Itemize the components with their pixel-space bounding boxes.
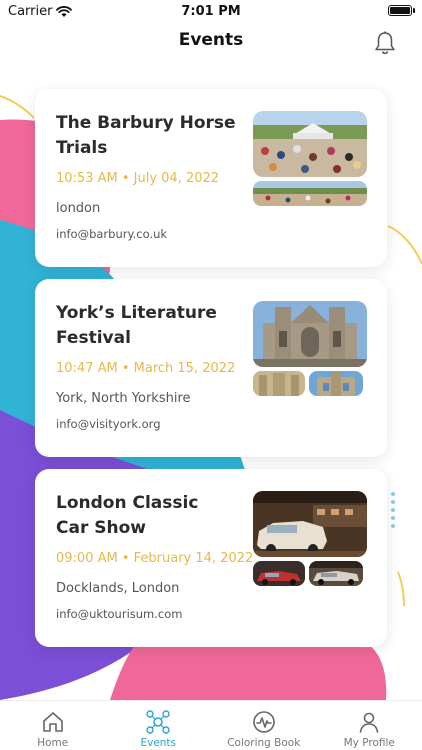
event-email: info@uktourisum.com — [56, 607, 183, 621]
coloring-book-icon — [252, 711, 275, 733]
tab-label: Home — [37, 737, 69, 749]
event-email: info@visityork.org — [56, 417, 161, 431]
event-location: Docklands, London — [56, 581, 180, 596]
tab-home[interactable]: Home — [0, 701, 106, 750]
event-thumb-image — [309, 561, 363, 586]
event-main-image — [253, 301, 367, 367]
profile-icon — [359, 712, 379, 733]
event-title: London Classic Car Show — [56, 493, 199, 538]
battery-icon — [388, 5, 415, 16]
event-datetime: 10:53 AM • July 04, 2022 — [56, 171, 220, 186]
event-title: The Barbury Horse Trials — [56, 113, 236, 158]
event-main-image — [253, 491, 367, 557]
scroll-indicator — [391, 492, 395, 532]
event-thumb-image — [253, 181, 367, 206]
event-location: london — [56, 201, 101, 216]
event-email: info@barbury.co.uk — [56, 227, 168, 241]
event-thumb-image — [253, 561, 305, 586]
event-card[interactable]: York’s Literature Festival 10:47 AM • Ma… — [35, 279, 387, 457]
event-title: York’s Literature Festival — [56, 303, 217, 348]
tab-label: Coloring Book — [227, 737, 301, 749]
page-title: Events — [178, 30, 244, 50]
tab-label: Events — [140, 737, 177, 749]
event-thumb-image — [253, 371, 305, 396]
event-card[interactable]: The Barbury Horse Trials 10:53 AM • July… — [35, 89, 387, 267]
event-thumb-image — [309, 371, 363, 396]
status-bar: Carrier 7:01 PM — [0, 0, 422, 22]
event-datetime: 10:47 AM • March 15, 2022 — [56, 361, 236, 376]
tab-label: My Profile — [343, 737, 395, 749]
event-location: York, North Yorkshire — [56, 391, 191, 406]
status-time: 7:01 PM — [181, 4, 241, 19]
event-datetime: 09:00 AM • February 14, 2022 — [56, 551, 254, 566]
tab-coloring-book[interactable]: Coloring Book — [211, 701, 317, 750]
tab-bar: Home Events Coloring Book My Profile — [0, 700, 422, 750]
events-icon — [146, 710, 170, 734]
home-icon — [42, 712, 63, 732]
event-card[interactable]: London Classic Car Show 09:00 AM • Febru… — [35, 469, 387, 647]
tab-my-profile[interactable]: My Profile — [317, 701, 422, 750]
bell-icon[interactable] — [372, 30, 398, 56]
tab-events[interactable]: Events — [106, 701, 212, 750]
event-main-image — [253, 111, 367, 177]
